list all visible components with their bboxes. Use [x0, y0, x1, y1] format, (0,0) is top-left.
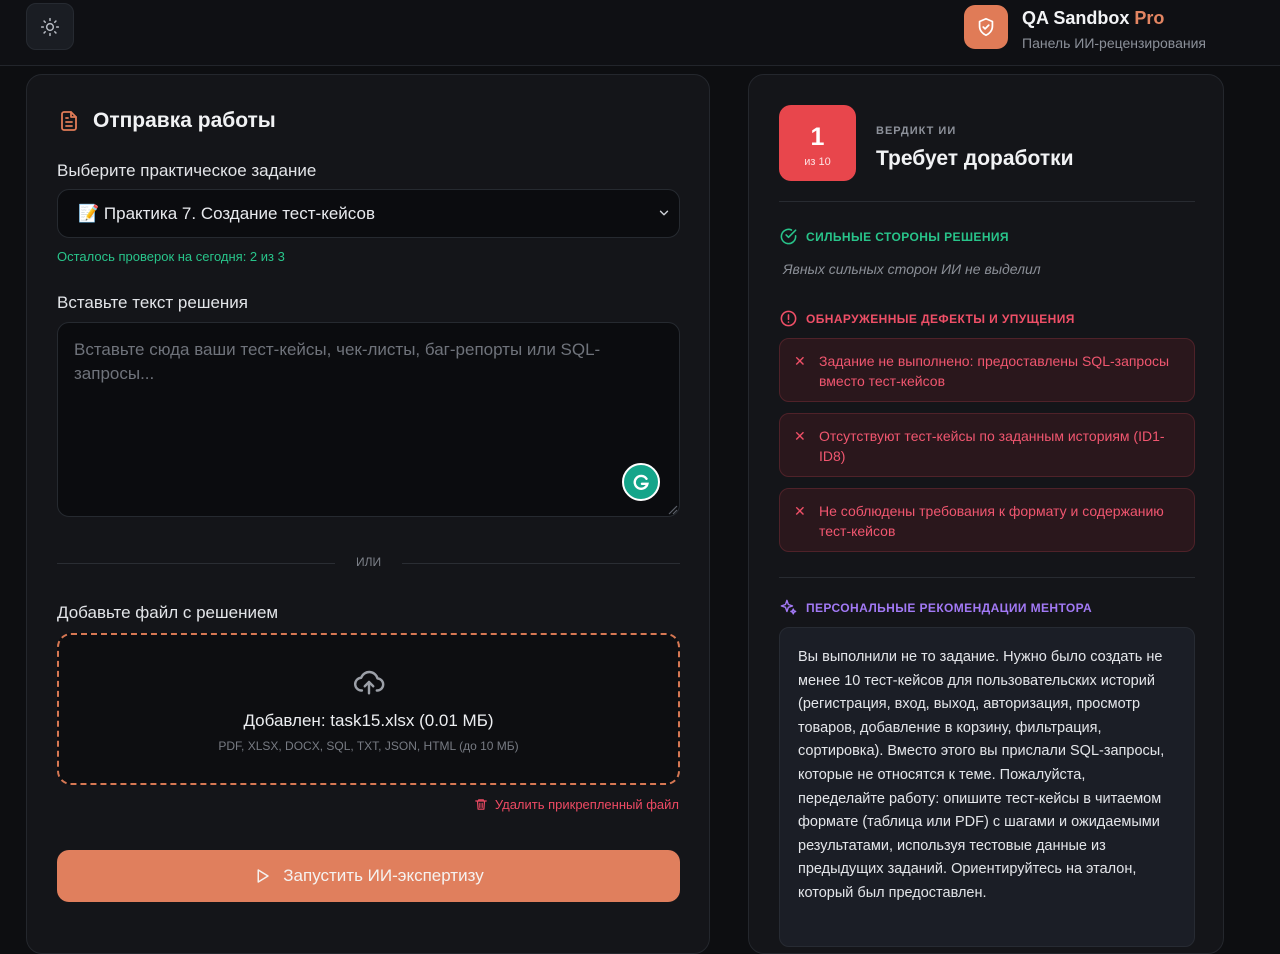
- review-panel: 1 из 10 ВЕРДИКТ ИИ Требует доработки СИЛ…: [748, 74, 1224, 954]
- recommendations-header: ПЕРСОНАЛЬНЫЕ РЕКОМЕНДАЦИИ МЕНТОРА: [779, 598, 1092, 617]
- defect-item: ✕ Задание не выполнено: предоставлены SQ…: [779, 338, 1195, 402]
- remove-file-label: Удалить прикрепленный файл: [494, 797, 679, 812]
- brand-logo: [964, 5, 1008, 49]
- recommendations-title: ПЕРСОНАЛЬНЫЕ РЕКОМЕНДАЦИИ МЕНТОРА: [806, 600, 1093, 615]
- trash-icon: [475, 799, 487, 810]
- divider: [779, 577, 1195, 578]
- shield-check-icon: [978, 17, 994, 37]
- defects-header: ОБНАРУЖЕННЫЕ ДЕФЕКТЫ И УПУЩЕНИЯ: [779, 309, 1075, 328]
- grammarly-icon[interactable]: [622, 463, 660, 501]
- solution-textarea[interactable]: Вставьте сюда ваши тест-кейсы, чек-листы…: [57, 322, 680, 517]
- score-badge: 1 из 10: [779, 105, 856, 181]
- verdict-label: ВЕРДИКТ ИИ: [876, 125, 957, 137]
- brand-title-suffix: Pro: [1134, 8, 1165, 28]
- divider: [779, 201, 1195, 202]
- alert-circle-icon: [780, 310, 797, 327]
- sun-icon: [40, 17, 60, 36]
- solution-label: Вставьте текст решения: [57, 293, 249, 312]
- submission-header: Отправка работы: [57, 109, 276, 133]
- defect-item: ✕ Отсутствуют тест-кейсы по заданным ист…: [779, 413, 1195, 477]
- defect-text: Не соблюдены требования к формату и соде…: [819, 503, 1164, 539]
- strengths-header: СИЛЬНЫЕ СТОРОНЫ РЕШЕНИЯ: [779, 227, 1009, 246]
- strengths-empty-text: Явных сильных сторон ИИ не выделил: [783, 261, 1041, 277]
- file-label: Добавьте файл с решением: [57, 603, 279, 622]
- defect-item: ✕ Не соблюдены требования к формату и со…: [779, 488, 1195, 552]
- chevron-down-icon: [659, 210, 669, 216]
- file-formats-hint: PDF, XLSX, DOCX, SQL, TXT, JSON, HTML (д…: [218, 739, 519, 753]
- x-icon: ✕: [794, 428, 806, 444]
- run-ai-review-button[interactable]: Запустить ИИ-экспертизу: [57, 850, 680, 902]
- cloud-upload-icon: [353, 670, 385, 695]
- theme-toggle-button[interactable]: [26, 3, 74, 50]
- run-button-label: Запустить ИИ-экспертизу: [283, 866, 484, 885]
- task-select[interactable]: 📝 Практика 7. Создание тест-кейсов: [57, 189, 680, 238]
- top-bar: QA Sandbox Pro Панель ИИ-рецензирования: [0, 0, 1280, 66]
- check-circle-icon: [780, 228, 797, 245]
- submission-panel: Отправка работы Выберите практическое за…: [26, 74, 710, 954]
- strengths-title: СИЛЬНЫЕ СТОРОНЫ РЕШЕНИЯ: [806, 229, 1009, 244]
- defects-title: ОБНАРУЖЕННЫЕ ДЕФЕКТЫ И УПУЩЕНИЯ: [806, 311, 1075, 326]
- or-divider: ИЛИ: [57, 555, 680, 571]
- x-icon: ✕: [794, 503, 806, 519]
- resize-grip-icon[interactable]: [668, 505, 678, 515]
- file-dropzone[interactable]: Добавлен: task15.xlsx (0.01 МБ) PDF, XLS…: [57, 633, 680, 785]
- defect-text: Задание не выполнено: предоставлены SQL-…: [819, 353, 1170, 389]
- task-select-value: 📝 Практика 7. Создание тест-кейсов: [78, 203, 375, 223]
- or-divider-text: ИЛИ: [355, 555, 382, 569]
- submission-title: Отправка работы: [93, 109, 276, 132]
- score-value: 1: [810, 123, 825, 151]
- attached-file-name: Добавлен: task15.xlsx (0.01 МБ): [243, 711, 494, 730]
- x-icon: ✕: [794, 353, 806, 369]
- remove-file-button[interactable]: Удалить прикрепленный файл: [474, 797, 679, 812]
- brand: QA Sandbox Pro Панель ИИ-рецензирования: [964, 5, 1206, 51]
- checks-left-text: Осталось проверок на сегодня: 2 из 3: [57, 249, 285, 264]
- defect-text: Отсутствуют тест-кейсы по заданным истор…: [819, 428, 1165, 464]
- recommendations-text: Вы выполнили не то задание. Нужно было с…: [779, 627, 1195, 947]
- brand-subtitle: Панель ИИ-рецензирования: [1022, 35, 1207, 51]
- document-icon: [61, 111, 77, 131]
- brand-title: QA Sandbox Pro: [1022, 8, 1165, 28]
- play-icon: [257, 869, 270, 883]
- task-select-label: Выберите практическое задание: [57, 161, 317, 180]
- sparkles-icon: [780, 599, 797, 615]
- score-of: из 10: [804, 156, 831, 168]
- verdict-value: Требует доработки: [876, 147, 1074, 170]
